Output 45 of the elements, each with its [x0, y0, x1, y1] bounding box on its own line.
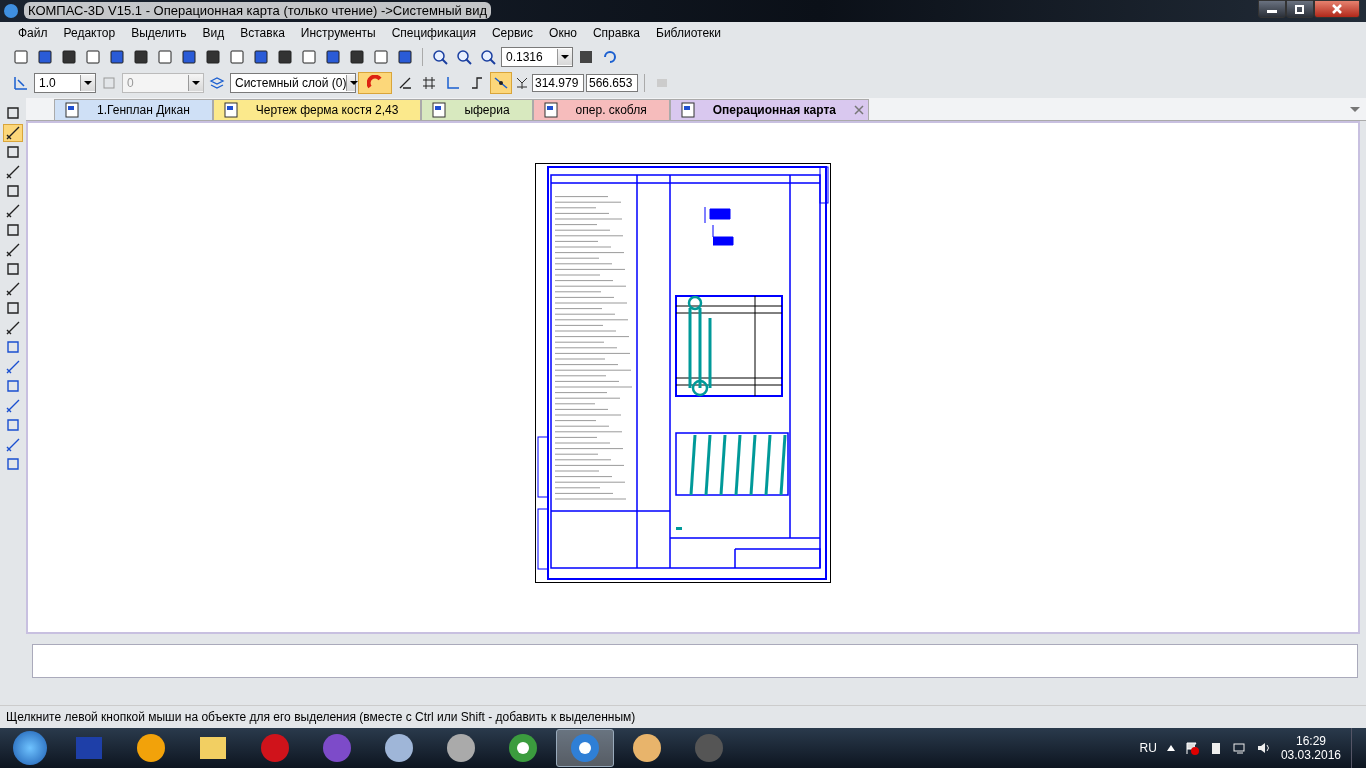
- document-tab[interactable]: Чертеж ферма костя 2,43: [212, 99, 422, 121]
- y-coordinate-field[interactable]: 566.653: [586, 74, 638, 93]
- clock-date[interactable]: 03.03.2016: [1280, 748, 1341, 762]
- menu-item[interactable]: Инструменты: [292, 26, 384, 41]
- document-tab[interactable]: опер. скобля: [532, 99, 670, 121]
- menu-item[interactable]: Сервис: [483, 26, 542, 41]
- document-tab[interactable]: 1.Генплан Дикан: [54, 99, 213, 121]
- close-button[interactable]: [1314, 0, 1360, 18]
- layer-field[interactable]: Системный слой (0): [230, 73, 356, 94]
- clock-time[interactable]: 16:29: [1295, 734, 1326, 748]
- menu-item[interactable]: Выделить: [123, 26, 195, 41]
- document-icon: [543, 102, 558, 119]
- menu-item[interactable]: Вид: [194, 26, 233, 41]
- coordinates-icon: [514, 75, 530, 92]
- document-icon: [432, 102, 447, 119]
- menu-item[interactable]: Вставка: [232, 26, 293, 41]
- zoom-scale-field[interactable]: 0.1316: [501, 47, 573, 68]
- document-tab[interactable]: Операционная карта: [669, 99, 869, 121]
- menu-item[interactable]: Библиотеки: [648, 26, 730, 41]
- snap-icon[interactable]: [490, 72, 512, 95]
- magnet-icon[interactable]: [358, 72, 392, 95]
- restore-button[interactable]: [1286, 0, 1314, 18]
- minimize-button[interactable]: [1258, 0, 1286, 18]
- app-icon[interactable]: [556, 729, 614, 767]
- menu-item[interactable]: Справка: [584, 26, 648, 41]
- restore-icon: [1294, 4, 1306, 14]
- window-title: КОМПАС-3D V15.1 - Операционная карта (только чтение) ->Системный вид: [24, 2, 492, 20]
- close-icon[interactable]: [853, 105, 864, 116]
- menu-item[interactable]: Файл: [10, 26, 56, 41]
- flag-icon[interactable]: [1184, 741, 1199, 755]
- document-icon: [65, 102, 79, 119]
- menu-item[interactable]: Редактор: [55, 26, 124, 41]
- language-indicator[interactable]: RU: [1139, 741, 1157, 755]
- menu-item[interactable]: Спецификация: [383, 26, 484, 41]
- close-icon: [1330, 4, 1344, 14]
- network-icon[interactable]: [1232, 741, 1247, 755]
- document-icon: [680, 102, 695, 119]
- app-logo-icon: [4, 3, 18, 18]
- step-field[interactable]: 1.0: [34, 73, 96, 94]
- document-tab[interactable]: ыфериа: [421, 99, 533, 121]
- menu-item[interactable]: Окно: [541, 26, 585, 41]
- volume-icon[interactable]: [1256, 741, 1271, 755]
- document-icon: [223, 102, 238, 119]
- x-coordinate-field[interactable]: 314.979: [532, 74, 584, 93]
- show-hidden-icons-icon[interactable]: [1166, 745, 1175, 751]
